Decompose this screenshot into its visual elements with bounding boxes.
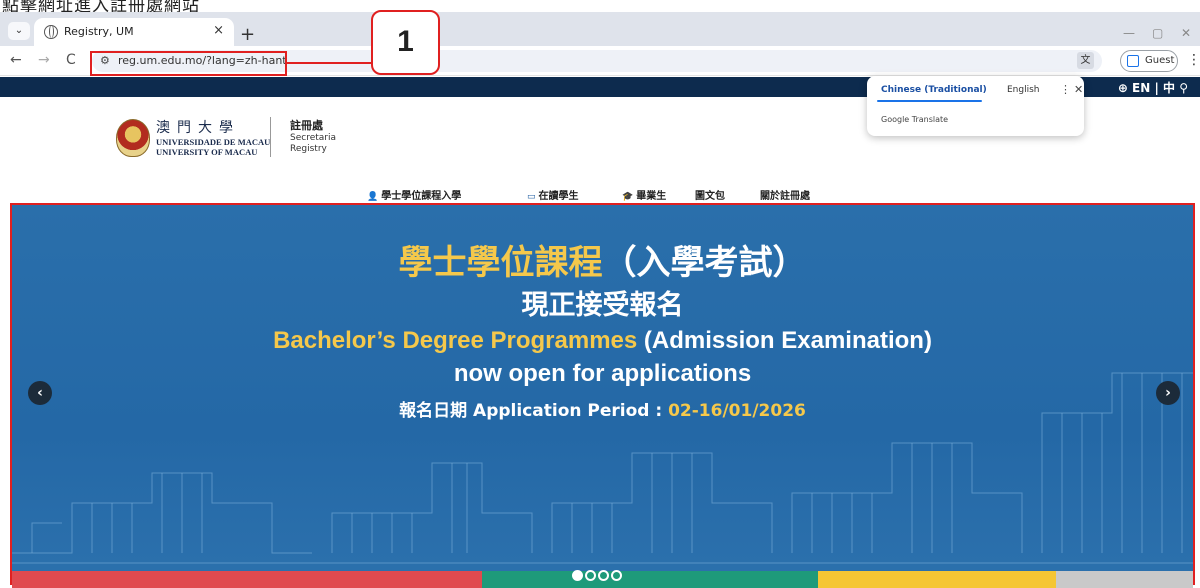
header-divider <box>270 117 271 157</box>
hero-banner[interactable]: 學士學位課程（入學考試） 現正接受報名 Bachelor’s Degree Pr… <box>10 203 1195 585</box>
reload-icon[interactable]: C <box>66 52 76 68</box>
restore-window-icon[interactable]: ▢ <box>1152 26 1163 40</box>
url-highlight-box <box>90 51 287 76</box>
browser-tab-bar: ⌄ Registry, UM × + — ▢ ✕ <box>0 12 1200 46</box>
profile-icon <box>1127 55 1139 67</box>
department-name-pt: Secretaria <box>290 133 336 143</box>
carousel-next-icon[interactable]: › <box>1156 381 1180 405</box>
forward-icon[interactable]: → <box>38 52 50 68</box>
back-icon[interactable]: ← <box>10 52 22 68</box>
caption-text: 點擊網址進入註冊處網站 <box>2 0 200 12</box>
translate-options-icon[interactable]: ⋮ <box>1060 83 1071 96</box>
close-tab-icon[interactable]: × <box>213 23 224 38</box>
nav-item-infographics[interactable]: 圖文包 <box>695 187 725 202</box>
annotation-connector <box>287 62 371 64</box>
graduation-icon: 🎓 <box>622 192 634 202</box>
language-search-links[interactable]: ⊕ EN | 中 ⚲ <box>1118 79 1188 96</box>
banner-title-en: Bachelor’s Degree Programmes (Admission … <box>273 327 932 354</box>
university-name-cn: 澳門大學 <box>156 120 240 136</box>
carousel-dot-3[interactable] <box>598 570 609 581</box>
department-name-en: Registry <box>290 144 327 154</box>
id-card-icon: ▭ <box>527 192 536 202</box>
translate-tab-english[interactable]: English <box>1007 85 1040 95</box>
active-tab-indicator <box>877 100 982 102</box>
new-tab-button[interactable]: + <box>240 24 255 45</box>
guest-label: Guest <box>1145 55 1175 66</box>
banner-title-cn: 學士學位課程（入學考試） <box>398 243 807 283</box>
carousel-indicators <box>572 566 624 585</box>
carousel-dot-1[interactable] <box>572 570 583 581</box>
banner-subtitle-en: now open for applications <box>453 360 752 387</box>
nav-item-about[interactable]: 關於註冊處 <box>760 187 810 202</box>
department-name-cn: 註冊處 <box>290 119 323 132</box>
university-name-pt: UNIVERSIDADE DE MACAU <box>156 137 271 147</box>
nav-item-bachelor-admission[interactable]: 👤 學士學位課程入學 <box>367 187 461 202</box>
tab-search-button[interactable]: ⌄ <box>8 22 30 40</box>
google-translate-brand: Google Translate <box>881 115 949 124</box>
nav-item-graduates[interactable]: 🎓 畢業生 <box>622 187 666 202</box>
browser-menu-icon[interactable]: ⋮ <box>1187 52 1200 68</box>
minimize-window-icon[interactable]: — <box>1123 26 1135 40</box>
google-translate-popup: Chinese (Traditional) English ⋮ ✕ Google… <box>867 76 1084 136</box>
browser-tab[interactable]: Registry, UM × <box>34 18 234 46</box>
guest-profile-button[interactable]: Guest <box>1120 50 1178 72</box>
translate-tab-chinese[interactable]: Chinese (Traditional) <box>881 85 987 95</box>
screenshot-root: 點擊網址進入註冊處網站 ⌄ Registry, UM × + — ▢ ✕ ← →… <box>0 0 1200 588</box>
department-name[interactable]: 註冊處 Secretaria Registry <box>290 117 336 155</box>
nav-item-current-students[interactable]: ▭ 在讀學生 <box>527 187 579 202</box>
carousel-prev-icon[interactable]: ‹ <box>28 381 52 405</box>
university-name-en: UNIVERSITY OF MACAU <box>156 147 258 157</box>
step-number-badge: 1 <box>371 10 440 75</box>
strip-segment-green <box>482 571 818 588</box>
application-period: 報名日期 Application Period : 02-16/01/2026 <box>399 401 806 421</box>
um-crest-logo[interactable] <box>116 119 150 157</box>
strip-segment-red <box>12 571 482 588</box>
strip-segment-yellow <box>818 571 1056 588</box>
globe-icon <box>44 25 58 39</box>
user-icon: 👤 <box>367 192 379 202</box>
university-name[interactable]: 澳門大學 UNIVERSIDADE DE MACAU UNIVERSITY OF… <box>156 117 270 157</box>
tab-title: Registry, UM <box>64 25 134 38</box>
instruction-caption: 點擊網址進入註冊處網站 <box>0 0 1200 12</box>
translate-close-icon[interactable]: ✕ <box>1074 83 1083 96</box>
translate-icon[interactable]: 文 <box>1077 52 1094 69</box>
strip-segment-grey <box>1056 571 1193 588</box>
banner-subtitle-cn: 現正接受報名 <box>521 290 684 321</box>
close-window-icon[interactable]: ✕ <box>1181 26 1191 40</box>
carousel-dot-2[interactable] <box>585 570 596 581</box>
main-nav: 👤 學士學位課程入學 ▭ 在讀學生 🎓 畢業生 圖文包 關於註冊處 <box>0 187 1200 202</box>
carousel-dot-4[interactable] <box>611 570 622 581</box>
